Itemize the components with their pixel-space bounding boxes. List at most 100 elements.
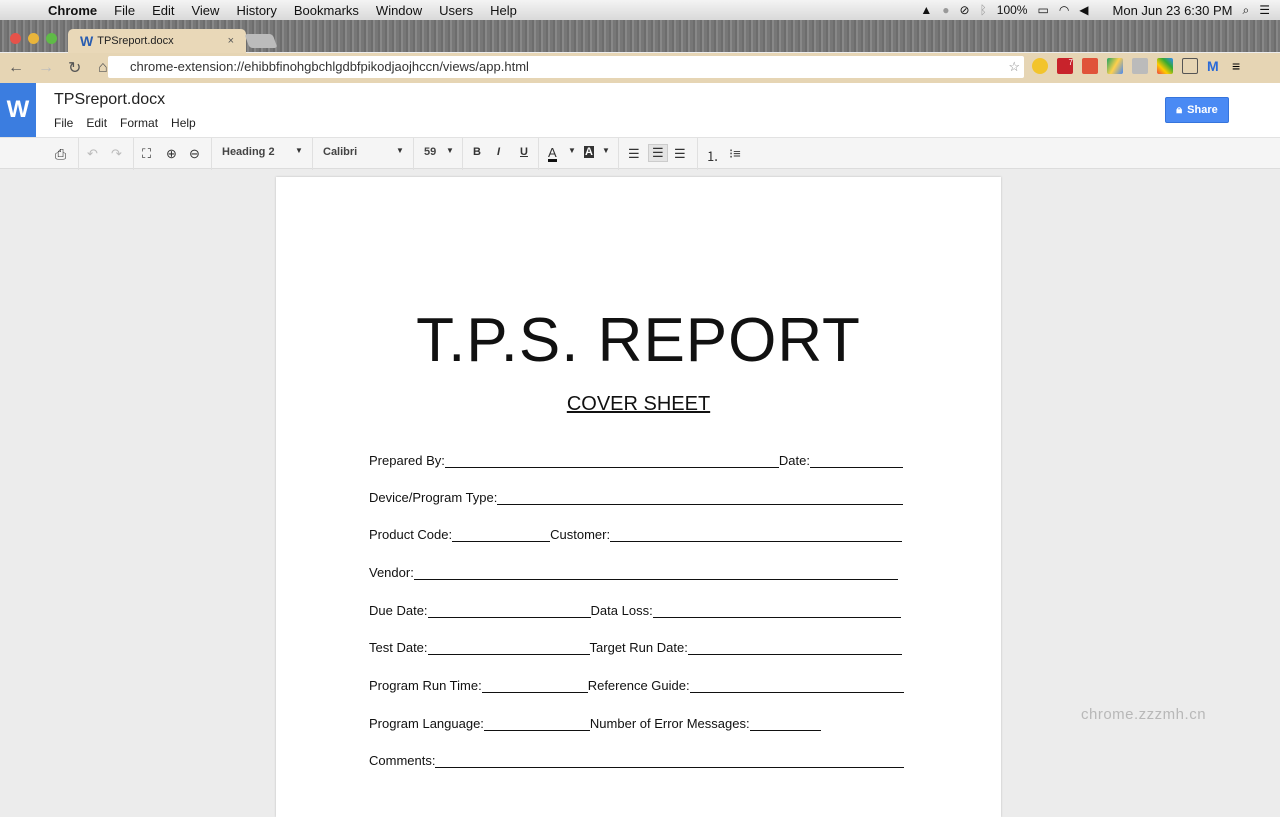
field-label: Number of Error Messages: [589,716,750,731]
bulleted-list-icon[interactable]: ⁝≡ [729,146,741,162]
color-extension-icon[interactable] [1157,58,1173,74]
browser-tab[interactable]: W TPSreport.docx × [68,29,246,53]
bold-button[interactable]: B [473,146,481,158]
menu-view[interactable]: View [191,3,219,18]
field-blank[interactable] [610,529,903,542]
align-center-icon[interactable]: ☰ [648,144,668,162]
app-menu-file[interactable]: File [54,116,73,130]
menu-help[interactable]: Help [490,3,517,18]
menu-users[interactable]: Users [439,3,473,18]
document-page[interactable]: T.P.S. REPORT COVER SHEET Prepared By: D… [276,177,1001,817]
close-window-button[interactable] [10,33,21,44]
chrome-menu-icon[interactable]: ≡ [1232,58,1248,74]
spotlight-icon[interactable]: ⌕ [1243,3,1250,18]
field-blank[interactable] [427,642,590,655]
field-blank[interactable] [483,718,590,731]
volume-icon[interactable]: ◀ [1079,3,1088,17]
field-blank[interactable] [687,642,902,655]
menu-history[interactable]: History [236,3,276,18]
app-menu-edit[interactable]: Edit [86,116,107,130]
battery-icon: ▭ [1037,3,1049,17]
google-drive-icon[interactable] [1107,58,1123,74]
undo-icon[interactable]: ↶ [87,146,98,162]
battery-text[interactable]: 100% [997,3,1028,17]
drive-icon[interactable]: ▲ [920,3,932,17]
zoom-window-button[interactable] [46,33,57,44]
field-label: Due Date: [369,603,428,618]
field-label: Program Language: [369,716,484,731]
font-size-dropdown[interactable]: 59 [424,146,436,158]
document-title[interactable]: TPSreport.docx [54,91,165,109]
field-blank[interactable] [652,605,901,618]
menu-file[interactable]: File [114,3,135,18]
menu-edit[interactable]: Edit [152,3,174,18]
bookmark-star-icon[interactable]: ☆ [1008,56,1020,78]
app-menu: File Edit Format Help [54,116,196,130]
form-line: Program Run Time: Reference Guide: [369,678,904,693]
print-icon[interactable]: ⎙ [55,146,66,163]
app-logo: W [0,83,36,137]
menu-window[interactable]: Window [376,3,422,18]
watermark: chrome.zzzmh.cn [1081,706,1207,723]
book-extension-icon[interactable] [1082,58,1098,74]
cast-icon[interactable] [1182,58,1198,74]
field-blank[interactable] [749,718,821,731]
back-icon[interactable]: ← [8,59,30,77]
bluetooth-icon[interactable]: ᛒ [980,3,987,17]
word-favicon-icon: W [80,33,94,49]
app-menu-help[interactable]: Help [171,116,196,130]
wifi-icon[interactable]: ◠ [1059,3,1069,17]
print-extension-icon[interactable] [1132,58,1148,74]
share-label: Share [1187,104,1218,116]
fit-page-icon[interactable]: ⛶ [142,146,151,162]
chevron-down-icon: ▼ [295,146,303,155]
highlight-button[interactable]: A [584,146,594,158]
forward-icon[interactable]: → [38,59,60,77]
style-dropdown[interactable]: Heading 2 [222,146,275,158]
form-line: Comments: [369,753,905,768]
share-button[interactable]: 🔒︎ Share [1165,97,1229,123]
field-blank[interactable] [497,492,904,505]
clock[interactable]: Mon Jun 23 6:30 PM [1113,3,1233,18]
field-blank[interactable] [444,455,779,468]
field-blank[interactable] [413,567,898,580]
zoom-out-icon[interactable]: ⊖ [189,146,200,162]
field-label: Customer: [550,527,611,542]
field-label: Product Code: [369,527,453,542]
numbered-list-icon[interactable]: ⒈ [706,146,719,165]
field-label: Reference Guide: [587,678,690,693]
text-color-button[interactable]: A [548,146,557,162]
gmail-icon[interactable]: M [1207,58,1223,74]
notification-icon[interactable]: ● [942,3,949,17]
zoom-in-icon[interactable]: ⊕ [166,146,177,162]
lastpass-icon[interactable]: 7 [1057,58,1073,74]
new-tab-button[interactable] [244,34,278,48]
reload-icon[interactable]: ↻ [68,58,90,78]
align-left-icon[interactable]: ☰ [628,146,640,162]
redo-icon[interactable]: ↷ [111,146,122,162]
app-menu-format[interactable]: Format [120,116,158,130]
field-blank[interactable] [427,605,591,618]
underline-button[interactable]: U [520,146,528,158]
url-text[interactable]: chrome-extension://ehibbfinohgbchlgdbfpi… [130,59,529,74]
field-blank[interactable] [481,680,588,693]
close-tab-icon[interactable]: × [228,35,234,47]
sync-icon[interactable]: ⊘ [960,3,970,17]
form-line: Product Code: Customer: [369,527,903,542]
field-blank[interactable] [452,529,551,542]
notification-center-icon[interactable]: ☰ [1259,3,1270,17]
italic-button[interactable]: I [497,146,500,158]
field-blank[interactable] [689,680,904,693]
field-blank[interactable] [809,455,903,468]
chevron-down-icon: ▼ [396,146,404,155]
field-label: Target Run Date: [589,640,688,655]
extension-yellow-icon[interactable] [1032,58,1048,74]
font-dropdown[interactable]: Calibri [323,146,357,158]
align-right-icon[interactable]: ☰ [674,146,686,162]
menu-bookmarks[interactable]: Bookmarks [294,3,359,18]
menu-app[interactable]: Chrome [48,3,97,18]
minimize-window-button[interactable] [28,33,39,44]
field-blank[interactable] [435,755,905,768]
form-line: Prepared By: Date: [369,453,903,468]
address-bar[interactable]: chrome-extension://ehibbfinohgbchlgdbfpi… [108,56,1024,78]
